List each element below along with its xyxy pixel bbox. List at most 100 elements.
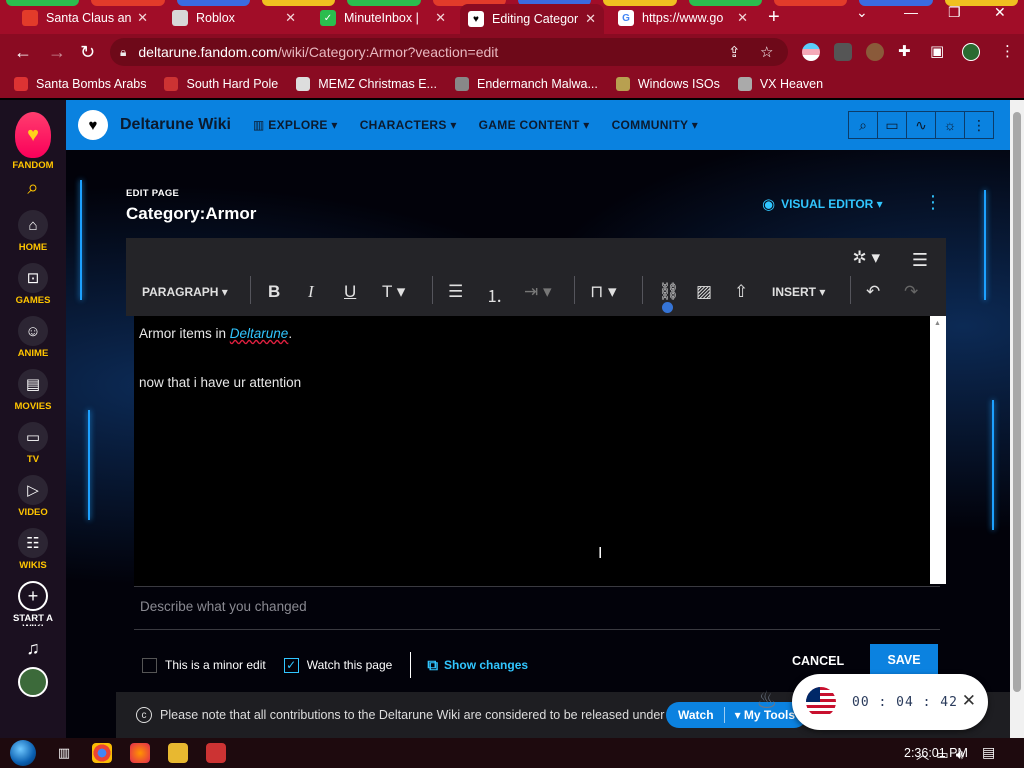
profile-extension-icon[interactable] [866, 43, 884, 61]
indent-icon[interactable]: ⇥ ▾ [524, 282, 552, 302]
search-icon[interactable]: ⌕ [848, 111, 878, 139]
minor-edit-checkbox[interactable] [142, 657, 157, 673]
file-explorer-icon[interactable] [168, 743, 188, 763]
rail-item-movies[interactable]: ▤ MOVIES [15, 369, 51, 412]
share-icon[interactable]: ⇪ [728, 43, 741, 61]
chrome-menu-icon[interactable]: ⋮ [1000, 42, 1015, 60]
rail-item-home[interactable]: ⌂ HOME [18, 210, 48, 253]
forward-arrow-icon[interactable]: → [48, 42, 66, 63]
close-tab-icon[interactable]: ✕ [737, 10, 748, 26]
bookmark-item[interactable]: Windows ISOs [615, 77, 720, 91]
tab-editing-category[interactable]: ♥ Editing Categor ✕ [460, 4, 604, 34]
new-tab-plus-icon[interactable]: + [768, 6, 780, 29]
minor-edit-label[interactable]: This is a minor edit [165, 658, 266, 672]
deltarune-logo-icon[interactable]: ♥ [78, 110, 108, 140]
page-scrollbar[interactable] [1010, 100, 1024, 738]
scroll-up-arrow-icon[interactable]: ▲ [934, 320, 941, 327]
close-tab-icon[interactable]: ✕ [285, 10, 296, 26]
tab-minuteinbox[interactable]: ✓ MinuteInbox | ✕ [312, 4, 454, 32]
tab-search-chevron-icon[interactable]: ⌄ [856, 4, 868, 21]
watch-page-label[interactable]: Watch this page [307, 658, 393, 672]
action-center-icon[interactable]: ▤ [982, 744, 995, 761]
close-tab-icon[interactable]: ✕ [585, 11, 596, 27]
page-settings-gear-icon[interactable]: ✲ ▾ [852, 248, 880, 268]
text-style-icon[interactable]: T ▾ [382, 282, 405, 302]
scrollbar-thumb[interactable] [1013, 112, 1021, 692]
tab-roblox[interactable]: Roblox ✕ [164, 4, 304, 32]
reload-icon[interactable]: ↻ [80, 42, 95, 63]
upload-icon[interactable]: ⇧ [734, 282, 748, 302]
close-tab-icon[interactable]: ✕ [435, 10, 446, 26]
bookmark-item[interactable]: MEMZ Christmas E... [296, 77, 437, 91]
start-button[interactable] [10, 740, 36, 766]
timer-close-icon[interactable]: ✕ [962, 691, 976, 711]
minimize-icon[interactable]: — [904, 4, 918, 20]
side-panel-icon[interactable]: ▣ [930, 42, 944, 60]
watch-button[interactable]: Watch [678, 708, 714, 722]
edit-summary-input[interactable] [140, 599, 840, 614]
cancel-button[interactable]: CANCEL [792, 654, 844, 668]
menu-community[interactable]: COMMUNITY ▾ [612, 118, 698, 132]
lock-icon[interactable]: 🔒︎ [120, 45, 126, 60]
show-changes-button[interactable]: ⧉ Show changes [427, 657, 528, 674]
rail-avatar[interactable] [18, 667, 48, 697]
menu-game-content[interactable]: GAME CONTENT ▾ [479, 118, 590, 132]
menu-characters[interactable]: CHARACTERS ▾ [360, 118, 457, 132]
rail-item-games[interactable]: ⊡ GAMES [16, 263, 50, 306]
numbered-list-icon[interactable]: ⒈ [486, 282, 503, 307]
app-taskbar-icon[interactable] [206, 743, 226, 763]
discussions-icon[interactable]: ▭ [877, 111, 907, 139]
document-scrollbar[interactable]: ▲ [930, 316, 946, 584]
menu-explore[interactable]: ▥ EXPLORE ▾ [253, 118, 338, 132]
rail-item-video[interactable]: ▷ VIDEO [18, 475, 48, 518]
bookmark-item[interactable]: Santa Bombs Arabs [14, 77, 146, 91]
address-bar[interactable]: 🔒︎ deltarune.fandom.com/wiki/Category:Ar… [110, 38, 788, 66]
redo-icon[interactable]: ↷ [904, 282, 918, 302]
close-tab-icon[interactable]: ✕ [137, 10, 148, 26]
firefox-taskbar-icon[interactable] [130, 743, 150, 763]
underline-icon[interactable]: U [344, 282, 356, 302]
window-close-icon[interactable]: ✕ [994, 4, 1006, 21]
image-icon[interactable]: ▨ [696, 282, 712, 302]
back-arrow-icon[interactable]: ← [14, 42, 32, 63]
profile-avatar[interactable] [962, 43, 980, 61]
rail-item-start-wiki[interactable]: + START A WIKI [3, 581, 63, 626]
undo-icon[interactable]: ↶ [866, 282, 880, 302]
deltarune-link[interactable]: Deltarune [230, 326, 289, 341]
bullet-list-icon[interactable]: ☰ [448, 282, 463, 302]
rail-notifications[interactable]: ♫ [26, 638, 40, 659]
italic-icon[interactable]: I [308, 282, 314, 302]
rail-item-wikis[interactable]: ☷ WIKIS [18, 528, 48, 571]
bold-icon[interactable]: B [268, 282, 280, 302]
s-extension-icon[interactable] [834, 43, 852, 61]
taskbar-clock[interactable]: 2:36:01 PM [904, 746, 968, 760]
document-surface[interactable]: Armor items in Deltarune. now that i hav… [134, 316, 930, 586]
tab-google[interactable]: G https://www.go ✕ [610, 4, 756, 32]
flag-extension-icon[interactable] [802, 43, 820, 61]
rail-item-anime[interactable]: ☺ ANIME [18, 316, 48, 359]
activity-icon[interactable]: ∿ [906, 111, 936, 139]
tab-santa-claus[interactable]: Santa Claus an ✕ [14, 4, 156, 32]
page-options-icon[interactable]: ⋮ [924, 192, 942, 213]
watch-page-checkbox[interactable]: ✓ [283, 657, 299, 673]
bookmark-item[interactable]: VX Heaven [737, 77, 823, 91]
theme-toggle-icon[interactable]: ☼ [935, 111, 965, 139]
puzzle-extensions-icon[interactable]: ✚ [898, 42, 911, 60]
wiki-name[interactable]: Deltarune Wiki [120, 116, 231, 134]
chrome-taskbar-icon[interactable] [92, 743, 112, 763]
insert-dropdown[interactable]: INSERT ▾ [772, 285, 825, 299]
bookmark-item[interactable]: South Hard Pole [164, 77, 278, 91]
bookmark-item[interactable]: Endermanch Malwa... [454, 77, 598, 91]
rail-item-tv[interactable]: ▭ TV [18, 422, 48, 465]
fandom-logo-icon[interactable]: ♥ [15, 112, 51, 158]
cite-book-icon[interactable]: ⊓ ▾ [590, 282, 617, 302]
visual-editor-switch[interactable]: ◉ VISUAL EDITOR ▾ [762, 195, 883, 213]
rail-search-icon[interactable]: ⌕ [27, 177, 38, 200]
link-icon[interactable]: ⛓ [658, 282, 680, 302]
us-flag-icon[interactable] [806, 687, 836, 717]
restore-icon[interactable]: ❐ [948, 4, 961, 21]
bookmark-star-icon[interactable]: ☆ [760, 43, 773, 61]
more-icon[interactable]: ⋮ [964, 111, 994, 139]
hamburger-menu-icon[interactable]: ☰ [912, 250, 928, 270]
save-button[interactable]: SAVE [870, 644, 938, 676]
